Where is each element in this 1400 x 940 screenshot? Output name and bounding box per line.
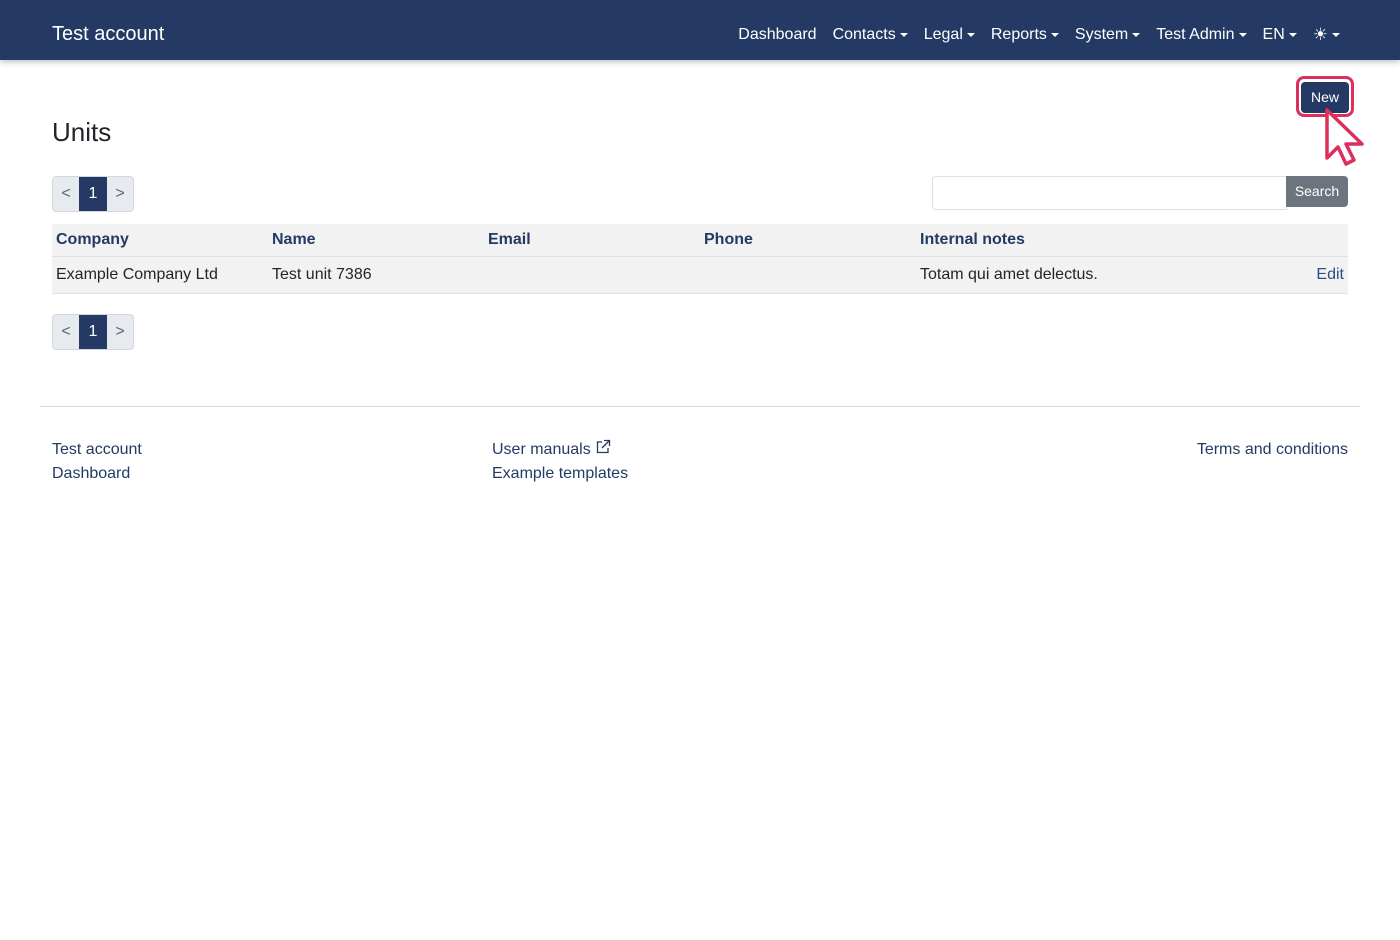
edit-link[interactable]: Edit: [1316, 266, 1344, 283]
nav-dashboard-label: Dashboard: [738, 26, 817, 43]
footer-link-test-account[interactable]: Test account: [52, 438, 142, 462]
pagination-page-1[interactable]: 1: [79, 315, 107, 349]
pagination-top: < 1 >: [52, 176, 134, 212]
footer-link-dashboard[interactable]: Dashboard: [52, 462, 130, 486]
external-link-icon: [596, 439, 610, 454]
column-header-company[interactable]: Company: [52, 224, 268, 257]
cell-email: [484, 256, 700, 294]
column-header-name[interactable]: Name: [268, 224, 484, 257]
nav-contacts-dropdown[interactable]: Contacts: [833, 23, 908, 47]
column-header-actions: [1132, 224, 1348, 257]
caret-down-icon: [1288, 33, 1297, 37]
nav-language-label: EN: [1262, 26, 1285, 43]
pagination-bottom: < 1 >: [52, 314, 134, 350]
cell-company: Example Company Ltd: [52, 256, 268, 294]
nav-user-label: Test Admin: [1156, 26, 1235, 43]
nav-contacts-label: Contacts: [832, 26, 896, 43]
footer-link-terms[interactable]: Terms and conditions: [1197, 438, 1348, 462]
column-header-email[interactable]: Email: [484, 224, 700, 257]
cell-internal-notes: Totam qui amet delectus.: [916, 256, 1132, 294]
caret-down-icon: [1238, 33, 1247, 37]
page-title: Units: [52, 117, 112, 147]
table-header-row: Company Name Email Phone Internal notes: [52, 224, 1348, 257]
pointer-cursor-icon: [1325, 108, 1364, 166]
pagination-prev-button[interactable]: <: [53, 315, 79, 349]
caret-down-icon: [899, 33, 908, 37]
nav-user-dropdown[interactable]: Test Admin: [1156, 23, 1247, 47]
footer-divider: [40, 406, 1360, 407]
caret-down-icon: [1332, 33, 1340, 37]
caret-down-icon: [966, 33, 975, 37]
sun-icon: ☀: [1312, 25, 1328, 44]
pagination-prev-button[interactable]: <: [53, 177, 79, 211]
nav-dashboard[interactable]: Dashboard: [738, 23, 816, 47]
nav-system-dropdown[interactable]: System: [1074, 23, 1141, 47]
footer-link-example-templates[interactable]: Example templates: [492, 462, 628, 486]
table-row: Example Company Ltd Test unit 7386 Totam…: [52, 256, 1348, 294]
search-input[interactable]: [932, 176, 1287, 210]
nav-system-label: System: [1074, 26, 1129, 43]
nav-legal-label: Legal: [923, 26, 963, 43]
cell-actions: Edit: [1132, 256, 1348, 294]
brand-link[interactable]: Test account: [52, 21, 164, 47]
nav-theme-dropdown[interactable]: ☀: [1313, 23, 1340, 47]
pagination-page-1[interactable]: 1: [79, 177, 107, 211]
pagination-next-button[interactable]: >: [107, 177, 133, 211]
footer-link-user-manuals-label: User manuals: [492, 441, 591, 458]
nav-reports-label: Reports: [990, 26, 1047, 43]
column-header-phone[interactable]: Phone: [700, 224, 916, 257]
units-table: Company Name Email Phone Internal notes …: [52, 224, 1348, 294]
cell-name: Test unit 7386: [268, 256, 484, 294]
nav-language-dropdown[interactable]: EN: [1263, 23, 1297, 47]
pagination-next-button[interactable]: >: [107, 315, 133, 349]
nav-menu: Dashboard Contacts Legal Reports System …: [738, 23, 1340, 47]
nav-reports-dropdown[interactable]: Reports: [991, 23, 1059, 47]
caret-down-icon: [1050, 33, 1059, 37]
top-navbar: Test account Dashboard Contacts Legal Re…: [0, 0, 1400, 60]
column-header-internal-notes[interactable]: Internal notes: [916, 224, 1132, 257]
caret-down-icon: [1132, 33, 1141, 37]
nav-legal-dropdown[interactable]: Legal: [924, 23, 975, 47]
cell-phone: [700, 256, 916, 294]
search-button[interactable]: Search: [1286, 176, 1348, 207]
footer-link-user-manuals[interactable]: User manuals: [492, 438, 611, 462]
